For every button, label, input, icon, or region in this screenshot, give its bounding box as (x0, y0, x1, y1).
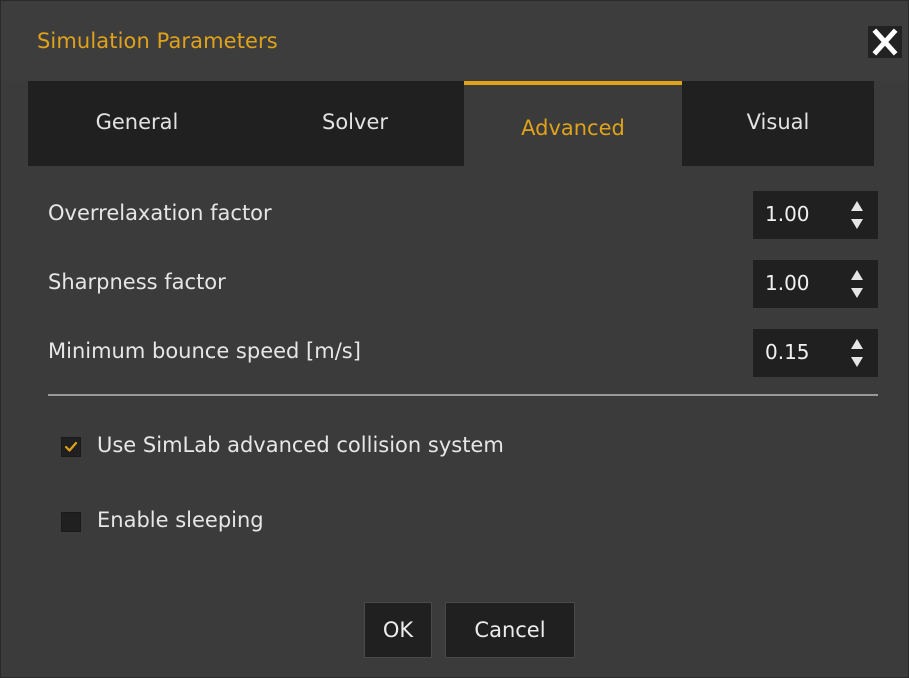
tab-bar: General Solver Advanced Visual (28, 81, 874, 166)
dialog-title: Simulation Parameters (37, 29, 278, 53)
overrelaxation-label: Overrelaxation factor (48, 201, 272, 225)
arrow-up-icon[interactable] (845, 333, 869, 353)
sharpness-row: Sharpness factor 1.00 (48, 260, 878, 308)
close-icon (872, 28, 898, 56)
bounce-speed-label: Minimum bounce speed [m/s] (48, 339, 361, 363)
ok-button[interactable]: OK (364, 602, 432, 658)
sharpness-value[interactable]: 1.00 (765, 271, 810, 295)
bounce-speed-row: Minimum bounce speed [m/s] 0.15 (48, 329, 878, 377)
arrow-up-icon[interactable] (845, 264, 869, 284)
arrow-down-icon[interactable] (845, 215, 869, 235)
enable-sleeping-label[interactable]: Enable sleeping (97, 508, 264, 532)
tab-visual-label: Visual (746, 110, 810, 134)
bounce-speed-spinbox[interactable]: 0.15 (753, 329, 878, 377)
sharpness-label: Sharpness factor (48, 270, 226, 294)
checkmark-icon (64, 441, 78, 452)
tab-general[interactable]: General (28, 81, 246, 166)
tab-solver[interactable]: Solver (246, 81, 464, 166)
title-bar[interactable]: Simulation Parameters (1, 1, 908, 81)
overrelaxation-spinbox[interactable]: 1.00 (753, 191, 878, 239)
simulation-parameters-dialog: Simulation Parameters General Solver Adv… (0, 0, 909, 678)
arrow-down-icon[interactable] (845, 353, 869, 373)
separator (48, 394, 878, 396)
overrelaxation-value[interactable]: 1.00 (765, 202, 810, 226)
advanced-collision-label[interactable]: Use SimLab advanced collision system (97, 433, 504, 457)
tab-advanced-label: Advanced (521, 116, 625, 140)
bounce-speed-value[interactable]: 0.15 (765, 340, 810, 364)
tab-visual[interactable]: Visual (682, 81, 874, 166)
sharpness-spinbox[interactable]: 1.00 (753, 260, 878, 308)
tab-general-label: General (95, 110, 179, 134)
close-button[interactable] (868, 26, 902, 58)
cancel-button[interactable]: Cancel (445, 602, 575, 658)
enable-sleeping-checkbox[interactable] (61, 512, 81, 532)
tab-advanced[interactable]: Advanced (464, 81, 682, 166)
arrow-up-icon[interactable] (845, 195, 869, 215)
arrow-down-icon[interactable] (845, 284, 869, 304)
tab-solver-label: Solver (322, 110, 388, 134)
advanced-collision-checkbox[interactable] (61, 437, 81, 457)
overrelaxation-row: Overrelaxation factor 1.00 (48, 191, 878, 239)
